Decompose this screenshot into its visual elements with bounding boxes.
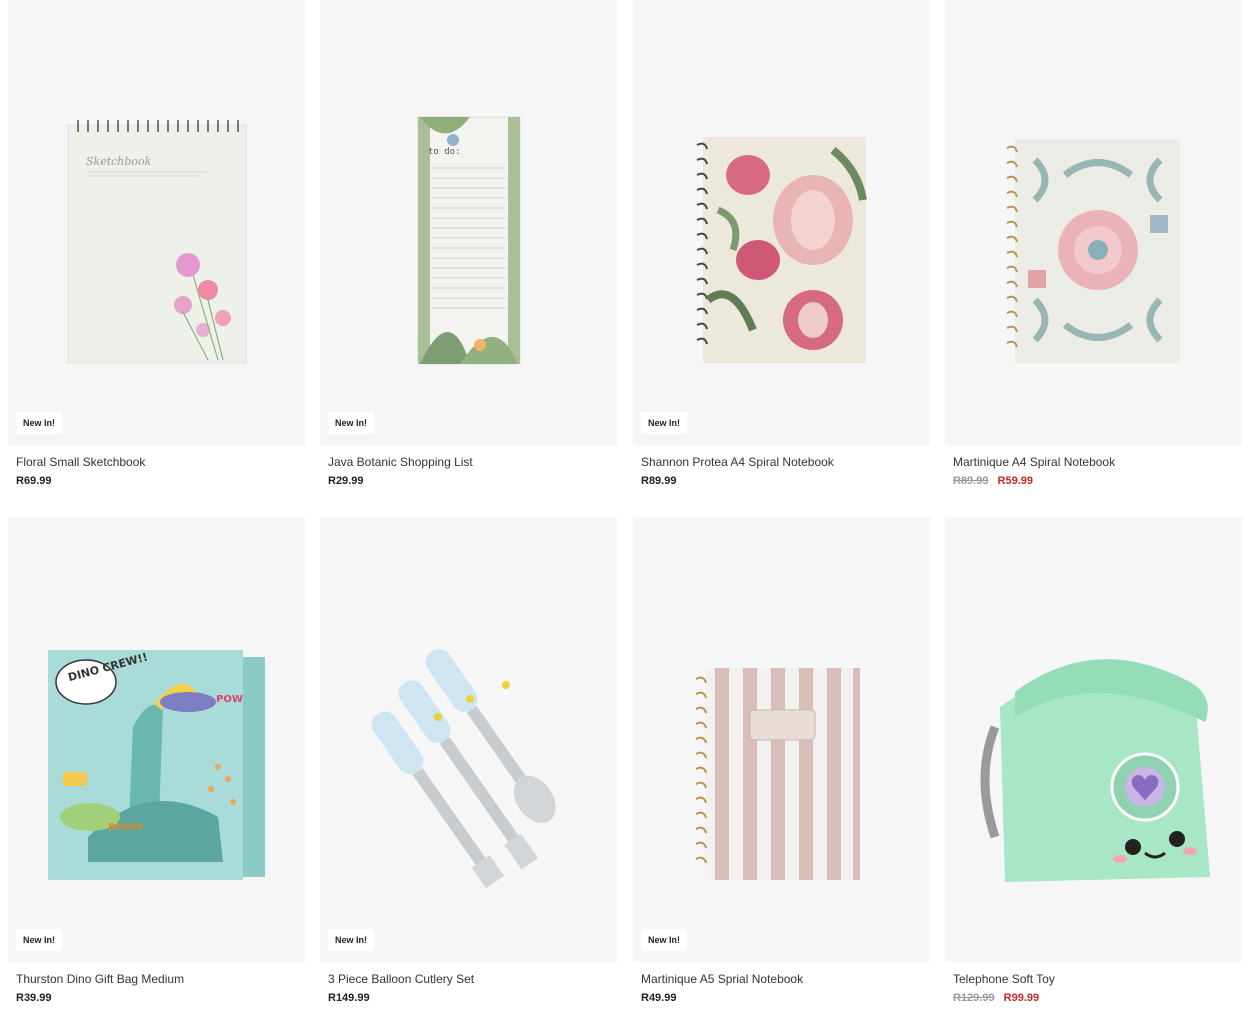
price-row: R69.99 [16,474,305,488]
striped-notebook-image [695,668,860,880]
telephone-toy-image [980,659,1210,882]
product-price: R29.99 [328,475,364,487]
product-title[interactable]: Telephone Soft Toy [953,972,1242,986]
product-image-protea-notebook[interactable]: New In! [633,0,930,445]
shopping-list-image: to do: [417,116,521,365]
product-image-sketchbook[interactable]: Sketchbook New In! [8,0,305,445]
dino-gift-bag-image: DINO CREW!! POW BOOM [48,650,265,880]
price-row: R39.99 [16,991,305,1005]
product-card[interactable]: New In! Shannon Protea A4 Spiral Noteboo… [633,0,930,488]
new-in-badge: New In! [328,412,375,434]
sale-price: R59.99 [997,475,1034,487]
dino-bag-boom-text: BOOM [108,822,143,833]
product-title[interactable]: Martinique A5 Sprial Notebook [641,972,930,986]
martinique-notebook-image [1006,139,1180,363]
product-card[interactable]: to do: New In! Java Botanic Shopping Lis… [320,0,617,488]
product-price: R149.99 [328,992,370,1004]
price-row: R29.99 [328,474,617,488]
protea-notebook-image [696,137,867,363]
shopping-list-header-text: to do: [428,147,461,157]
product-image-shopping-list[interactable]: to do: New In! [320,0,617,445]
product-title[interactable]: Thurston Dino Gift Bag Medium [16,972,305,986]
product-card[interactable]: New In! Martinique A5 Sprial Notebook R4… [633,517,930,1005]
product-card[interactable]: Sketchbook New In! Floral Small Sketchbo… [8,0,305,488]
product-card[interactable]: New In! 3 Piece Balloon Cutlery Set R149… [320,517,617,1005]
product-title[interactable]: 3 Piece Balloon Cutlery Set [328,972,617,986]
product-price: R49.99 [641,992,677,1004]
cutlery-set-image [371,649,556,889]
product-price: R89.99 [641,475,677,487]
new-in-badge: New In! [16,412,63,434]
original-price: R129.99 [953,992,995,1004]
product-title[interactable]: Floral Small Sketchbook [16,455,305,469]
product-image-dino-gift-bag[interactable]: DINO CREW!! POW BOOM New In! [8,517,305,962]
product-image-telephone-toy[interactable] [945,517,1242,962]
new-in-badge: New In! [641,412,688,434]
product-price: R69.99 [16,475,52,487]
product-title[interactable]: Java Botanic Shopping List [328,455,617,469]
price-row: R89.99 R59.99 [953,474,1242,488]
new-in-badge: New In! [328,929,375,951]
sale-price: R99.99 [1003,992,1040,1004]
price-row: R149.99 [328,991,617,1005]
price-row: R49.99 [641,991,930,1005]
price-row: R129.99 R99.99 [953,991,1242,1005]
product-price: R39.99 [16,992,52,1004]
product-card[interactable]: Martinique A4 Spiral Notebook R89.99 R59… [945,0,1242,488]
product-title[interactable]: Martinique A4 Spiral Notebook [953,455,1242,469]
product-image-striped-notebook[interactable]: New In! [633,517,930,962]
sketchbook-cover-text: Sketchbook [86,155,152,168]
price-row: R89.99 [641,474,930,488]
product-card[interactable]: Telephone Soft Toy R129.99 R99.99 [945,517,1242,1005]
original-price: R89.99 [953,475,989,487]
new-in-badge: New In! [641,929,688,951]
product-title[interactable]: Shannon Protea A4 Spiral Notebook [641,455,930,469]
dino-bag-pow-text: POW [216,694,243,705]
product-image-martinique-a4[interactable] [945,0,1242,445]
product-grid: Sketchbook New In! Floral Small Sketchbo… [0,0,1250,1034]
product-card[interactable]: DINO CREW!! POW BOOM New In! Thurston Di… [8,517,305,1005]
new-in-badge: New In! [16,929,63,951]
sketchbook-image: Sketchbook [67,120,247,364]
product-image-cutlery-set[interactable]: New In! [320,517,617,962]
